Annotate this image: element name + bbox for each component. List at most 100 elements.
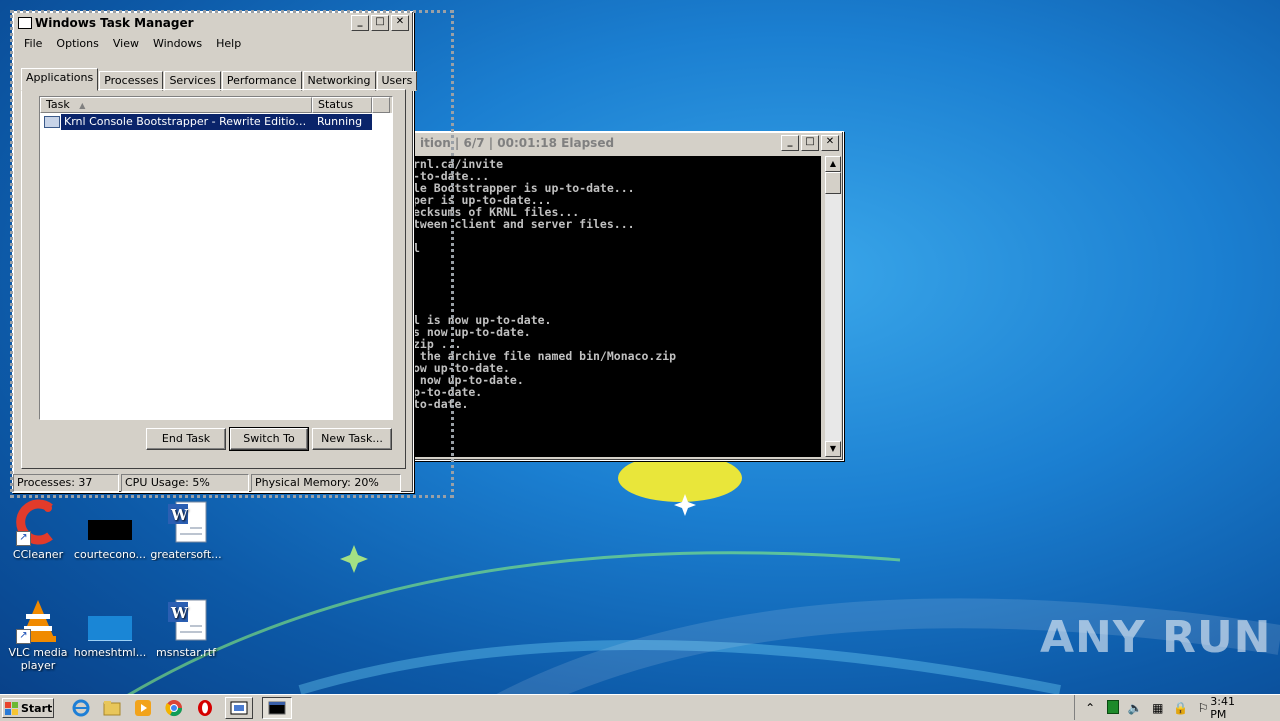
list-header: Task ▲ Status <box>40 97 392 113</box>
black-thumbnail-icon <box>86 498 134 546</box>
scroll-down-arrow-icon[interactable]: ▼ <box>825 441 841 457</box>
desktop-icon-label: CCleaner <box>12 548 64 561</box>
taskbar-item-console[interactable] <box>262 697 292 719</box>
console-titlebar[interactable]: ition | 6/7 | 00:01:18 Elapsed _ □ ✕ <box>411 134 841 152</box>
internet-explorer-icon[interactable] <box>70 698 92 718</box>
start-button[interactable]: Start <box>2 698 54 718</box>
maximize-button[interactable]: □ <box>371 15 389 31</box>
scroll-up-arrow-icon[interactable]: ▲ <box>825 156 841 172</box>
console-line: l <box>413 241 420 255</box>
console-scrollbar[interactable]: ▲ ▼ <box>825 156 841 457</box>
blank-thumbnail-icon <box>86 596 134 644</box>
switch-to-button[interactable]: Switch To <box>229 427 309 451</box>
media-player-icon[interactable] <box>132 698 154 718</box>
desktop-icon-ccleaner[interactable]: ↗ CCleaner <box>0 498 76 561</box>
vlc-icon: ↗ <box>14 596 62 644</box>
desktop-icon-homeshtml[interactable]: homeshtml... <box>72 596 148 659</box>
file-explorer-icon[interactable] <box>101 698 123 718</box>
tab-processes[interactable]: Processes <box>99 71 164 91</box>
svg-text:W: W <box>170 506 189 524</box>
console-window[interactable]: ition | 6/7 | 00:01:18 Elapsed _ □ ✕ rnl… <box>408 131 844 461</box>
green-app-icon[interactable] <box>1105 699 1119 716</box>
status-memory: Physical Memory: 20% <box>251 474 401 492</box>
column-task-label: Task <box>46 98 70 111</box>
shortcut-arrow-icon: ↗ <box>16 531 31 546</box>
scroll-thumb[interactable] <box>825 172 841 194</box>
desktop-icon-label: courtecono... <box>73 548 147 561</box>
volume-icon[interactable]: 🔈 <box>1128 700 1143 716</box>
taskbar-item-task-manager[interactable] <box>225 697 253 719</box>
minimize-button[interactable]: _ <box>781 135 799 151</box>
tab-applications[interactable]: Applications <box>21 68 99 91</box>
clock[interactable]: 3:41 PM <box>1210 695 1250 721</box>
maximize-button[interactable]: □ <box>801 135 819 151</box>
end-task-button[interactable]: End Task <box>146 428 226 450</box>
desktop-icon-label: msnstar.rtf <box>156 646 216 659</box>
system-tray: ⌃ 🔈 ▦ 🔒 ⚐ 3:41 PM <box>1074 695 1280 721</box>
tab-performance[interactable]: Performance <box>221 71 302 91</box>
svg-text:W: W <box>170 604 189 622</box>
lock-icon[interactable]: 🔒 <box>1173 700 1188 716</box>
task-list[interactable]: Task ▲ Status Krnl Console Bootstrapper … <box>39 96 393 420</box>
close-button[interactable]: ✕ <box>391 15 409 31</box>
desktop-icon-courtecono[interactable]: courtecono... <box>72 498 148 561</box>
show-hidden-icons-icon[interactable]: ⌃ <box>1083 700 1097 716</box>
desktop-icon-vlc[interactable]: ↗ VLC media player <box>0 596 76 672</box>
console-title: ition | 6/7 | 00:01:18 Elapsed <box>420 136 615 150</box>
console-output: rnl.ca/invite -to-date... le Bootstrapper … <box>411 156 821 457</box>
status-bar: Processes: 37 CPU Usage: 5% Physical Mem… <box>13 474 413 492</box>
menu-file[interactable]: File <box>17 36 49 51</box>
task-manager-titlebar[interactable]: Windows Task Manager _ □ ✕ <box>15 14 411 32</box>
desktop-icon-label: VLC media player <box>8 646 68 672</box>
menu-bar: File Options View Windows Help <box>13 34 413 53</box>
tab-strip: Applications Processes Services Performa… <box>21 68 418 91</box>
shortcut-arrow-icon: ↗ <box>16 629 31 644</box>
column-filler <box>372 97 390 113</box>
task-manager-window[interactable]: Windows Task Manager _ □ ✕ File Options … <box>12 11 418 493</box>
word-document-icon: W <box>162 498 210 546</box>
console-line: tween client and server files... <box>413 217 635 231</box>
status-cpu: CPU Usage: 5% <box>121 474 249 492</box>
close-button[interactable]: ✕ <box>821 135 839 151</box>
column-status[interactable]: Status <box>312 97 372 113</box>
word-document-icon: W <box>162 596 210 644</box>
tab-services[interactable]: Services <box>164 71 221 91</box>
opera-icon[interactable] <box>194 698 216 718</box>
menu-view[interactable]: View <box>106 36 146 51</box>
tab-networking[interactable]: Networking <box>302 71 376 91</box>
desktop-icon-greatersoft[interactable]: W greatersoft... <box>148 498 224 561</box>
task-name: Krnl Console Bootstrapper - Rewrite Edit… <box>61 114 312 130</box>
status-processes: Processes: 37 <box>13 474 119 492</box>
column-task[interactable]: Task ▲ <box>40 97 312 113</box>
minimize-button[interactable]: _ <box>351 15 369 31</box>
table-row[interactable]: Krnl Console Bootstrapper - Rewrite Edit… <box>40 114 392 130</box>
desktop-icon-msnstar[interactable]: W msnstar.rtf <box>148 596 224 659</box>
menu-options[interactable]: Options <box>49 36 105 51</box>
action-center-flag-icon[interactable]: ⚐ <box>1196 700 1210 716</box>
taskbar: Start ⌃ 🔈 ▦ 🔒 ⚐ 3:41 PM <box>0 694 1280 721</box>
watermark: ANY RUN <box>1040 612 1272 663</box>
tab-users[interactable]: Users <box>376 71 418 91</box>
window-title: Windows Task Manager <box>35 16 194 30</box>
console-line: s now up-to-date. <box>413 325 531 339</box>
new-task-button[interactable]: New Task... <box>312 428 392 450</box>
desktop-icon-label: greatersoft... <box>150 548 222 561</box>
menu-help[interactable]: Help <box>209 36 248 51</box>
windows-logo-icon <box>5 701 18 715</box>
menu-windows[interactable]: Windows <box>146 36 209 51</box>
console-line: p-to-date. <box>413 385 483 399</box>
task-status: Running <box>312 114 372 130</box>
application-icon <box>44 116 60 128</box>
ccleaner-icon: ↗ <box>14 498 62 546</box>
start-label: Start <box>21 701 53 715</box>
column-status-label: Status <box>318 98 354 111</box>
chrome-icon[interactable] <box>163 698 185 718</box>
network-icon[interactable]: ▦ <box>1151 700 1165 716</box>
console-line: to-date. <box>413 397 469 411</box>
desktop-icon-label: homeshtml... <box>73 646 147 659</box>
